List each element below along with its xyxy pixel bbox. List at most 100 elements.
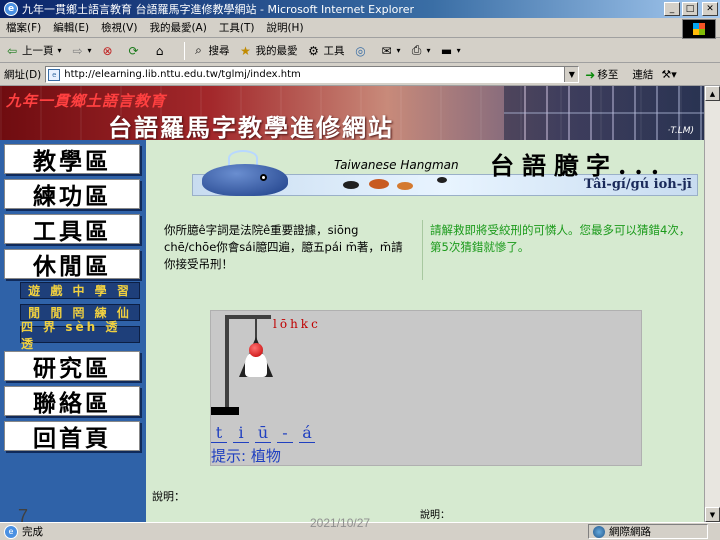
hangman-title: 台語臆字... bbox=[490, 151, 668, 180]
edit-button[interactable]: ▬ ▾ bbox=[439, 43, 461, 59]
page-status-icon: e bbox=[4, 524, 18, 539]
go-arrow-icon: ➜ bbox=[585, 67, 596, 82]
media-button[interactable]: ◎ bbox=[353, 43, 371, 59]
home-button[interactable]: ⌂ bbox=[152, 43, 170, 59]
guessed-letters: lōhkc bbox=[273, 317, 321, 331]
favorites-label: 我的最愛 bbox=[255, 45, 298, 57]
vertical-scrollbar[interactable]: ▲ ▼ bbox=[704, 86, 720, 522]
menu-view[interactable]: 檢視(V) bbox=[101, 20, 137, 35]
toolbar-separator bbox=[183, 41, 185, 60]
back-button[interactable]: ⇦ 上一頁 ▾ bbox=[4, 43, 62, 59]
gallows-beam bbox=[225, 315, 271, 319]
maximize-button[interactable]: □ bbox=[682, 2, 698, 16]
back-dropdown-icon[interactable]: ▾ bbox=[58, 46, 62, 55]
back-arrow-icon: ⇦ bbox=[6, 43, 18, 58]
hangman-english-title: Taiwanese Hangman bbox=[334, 158, 459, 172]
standard-toolbar: ⇦ 上一頁 ▾ ⇨ ▾ ⊗ ⟳ ⌂ ⌕ 搜尋 ★ 我的最愛 ⚙ 工具 ◎ ✉ ▾… bbox=[0, 39, 720, 63]
word-letter: ū bbox=[255, 423, 271, 443]
security-zone: 網際網路 bbox=[588, 524, 708, 539]
search-icon: ⌕ bbox=[195, 43, 202, 57]
forward-arrow-icon: ⇨ bbox=[72, 43, 83, 58]
hangman-game-panel: lōhkc t i ū - á 提示: 植物 bbox=[210, 310, 642, 466]
scroll-down-icon[interactable]: ▼ bbox=[705, 507, 720, 522]
minimize-button[interactable]: _ bbox=[664, 2, 680, 16]
stop-icon: ⊗ bbox=[102, 43, 113, 58]
print-icon: ⎙ bbox=[411, 43, 422, 57]
intro-taiwanese: 你所臆ê字詞是法院ê重要證據，siōng chē/chōe你會sái臆四遍，臆五… bbox=[164, 223, 403, 271]
menu-tools[interactable]: 工具(T) bbox=[219, 20, 255, 35]
close-button[interactable]: ✕ bbox=[702, 2, 718, 16]
intro-mandarin: 請解救即將受絞刑的可憐人。您最多可以猜錯4次，第5次猜錯就慘了。 bbox=[430, 223, 691, 254]
note-label-right: 說明： bbox=[420, 510, 450, 521]
word-letter: - bbox=[277, 423, 293, 443]
nav-sub-game[interactable]: 遊 戲 中 學 習 bbox=[20, 282, 140, 299]
tools-button[interactable]: ⚙ 工具 bbox=[306, 43, 345, 59]
address-input[interactable]: e http://elearning.lib.nttu.edu.tw/tglmj… bbox=[45, 66, 580, 83]
search-button[interactable]: ⌕ 搜尋 bbox=[191, 43, 230, 59]
fish-icon bbox=[343, 181, 359, 189]
site-banner: 九年一貫鄉土語言教育 台語羅馬字教學進修網站 ·T.LM) bbox=[0, 86, 704, 140]
word-slots: t i ū - á bbox=[211, 423, 315, 443]
tools-label: 工具 bbox=[323, 45, 345, 57]
nav-tools[interactable]: 工具區 bbox=[4, 214, 140, 245]
address-url: http://elearning.lib.nttu.edu.tw/tglmj/i… bbox=[64, 69, 301, 80]
edit-dropdown-icon[interactable]: ▾ bbox=[457, 46, 461, 55]
hangman-header: Taiwanese Hangman 台語臆字... Tâi-gí/gú ioh-… bbox=[172, 146, 702, 208]
go-label: 移至 bbox=[597, 69, 619, 81]
hint-text: 提示: 植物 bbox=[211, 447, 281, 465]
menu-edit[interactable]: 編輯(E) bbox=[53, 20, 89, 35]
address-bar: 網址(D) e http://elearning.lib.nttu.edu.tw… bbox=[0, 64, 720, 86]
menu-help[interactable]: 說明(H) bbox=[266, 20, 303, 35]
links-button[interactable]: 連結 bbox=[632, 67, 653, 82]
left-nav: 教學區 練功區 工具區 休閒區 遊 戲 中 學 習 閒 閒 罔 練 仙 四 界 … bbox=[0, 140, 146, 522]
forward-dropdown-icon[interactable]: ▾ bbox=[88, 46, 92, 55]
menu-bar: 檔案(F) 編輯(E) 檢視(V) 我的最愛(A) 工具(T) 說明(H) bbox=[0, 18, 720, 38]
window-title: 九年一貫鄉土語言教育 台語羅馬字進修教學網站 - Microsoft Inter… bbox=[22, 3, 414, 16]
nav-leisure[interactable]: 休閒區 bbox=[4, 249, 140, 280]
whale-icon bbox=[202, 150, 298, 198]
home-icon: ⌂ bbox=[155, 43, 164, 58]
intro-divider bbox=[422, 220, 423, 280]
print-button[interactable]: ⎙ ▾ bbox=[409, 43, 431, 59]
forward-button[interactable]: ⇨ ▾ bbox=[70, 43, 92, 59]
menu-favorites[interactable]: 我的最愛(A) bbox=[149, 20, 206, 35]
scroll-up-icon[interactable]: ▲ bbox=[705, 86, 720, 101]
nav-sub-travel[interactable]: 四 界 sèh 透 透 bbox=[20, 320, 140, 351]
mail-icon: ✉ bbox=[381, 43, 392, 58]
menu-file[interactable]: 檔案(F) bbox=[6, 20, 41, 35]
edit-icon: ▬ bbox=[440, 43, 453, 58]
mail-dropdown-icon[interactable]: ▾ bbox=[397, 46, 401, 55]
gallows-base bbox=[211, 407, 239, 415]
back-label: 上一頁 bbox=[22, 45, 54, 57]
slide-number: 7 bbox=[18, 506, 29, 526]
fish-icon bbox=[369, 179, 389, 189]
refresh-button[interactable]: ⟳ bbox=[126, 43, 144, 59]
nav-home[interactable]: 回首頁 bbox=[4, 421, 140, 452]
mail-button[interactable]: ✉ ▾ bbox=[379, 43, 401, 59]
nav-teaching[interactable]: 教學區 bbox=[4, 144, 140, 175]
banner-title: 台語羅馬字教學進修網站 bbox=[108, 113, 394, 140]
fish-icon bbox=[437, 177, 447, 183]
tools-extra-icon[interactable]: ⚒▾ bbox=[661, 68, 676, 81]
word-letter: t bbox=[211, 423, 227, 443]
window-titlebar: e 九年一貫鄉土語言教育 台語羅馬字進修教學網站 - Microsoft Int… bbox=[0, 0, 720, 18]
print-dropdown-icon[interactable]: ▾ bbox=[427, 46, 431, 55]
refresh-icon: ⟳ bbox=[128, 43, 139, 58]
globe-icon bbox=[593, 525, 605, 538]
address-dropdown-icon[interactable]: ▼ bbox=[564, 67, 579, 82]
hanged-figure-icon bbox=[239, 337, 273, 381]
zone-label: 網際網路 bbox=[609, 526, 651, 538]
nav-contact[interactable]: 聯絡區 bbox=[4, 386, 140, 417]
search-label: 搜尋 bbox=[208, 45, 230, 57]
gear-icon: ⚙ bbox=[308, 43, 319, 58]
slide-date: 2021/10/27 bbox=[310, 516, 371, 530]
stop-button[interactable]: ⊗ bbox=[100, 43, 118, 59]
main-panel: Taiwanese Hangman 台語臆字... Tâi-gí/gú ioh-… bbox=[152, 140, 704, 522]
nav-research[interactable]: 研究區 bbox=[4, 351, 140, 382]
window-controls: _ □ ✕ bbox=[664, 2, 718, 16]
banner-tail-text: ·T.LM) bbox=[667, 126, 694, 136]
favorites-button[interactable]: ★ 我的最愛 bbox=[238, 43, 298, 59]
media-icon: ◎ bbox=[355, 43, 366, 58]
nav-practice[interactable]: 練功區 bbox=[4, 179, 140, 210]
go-button[interactable]: ➜ 移至 bbox=[585, 67, 618, 82]
